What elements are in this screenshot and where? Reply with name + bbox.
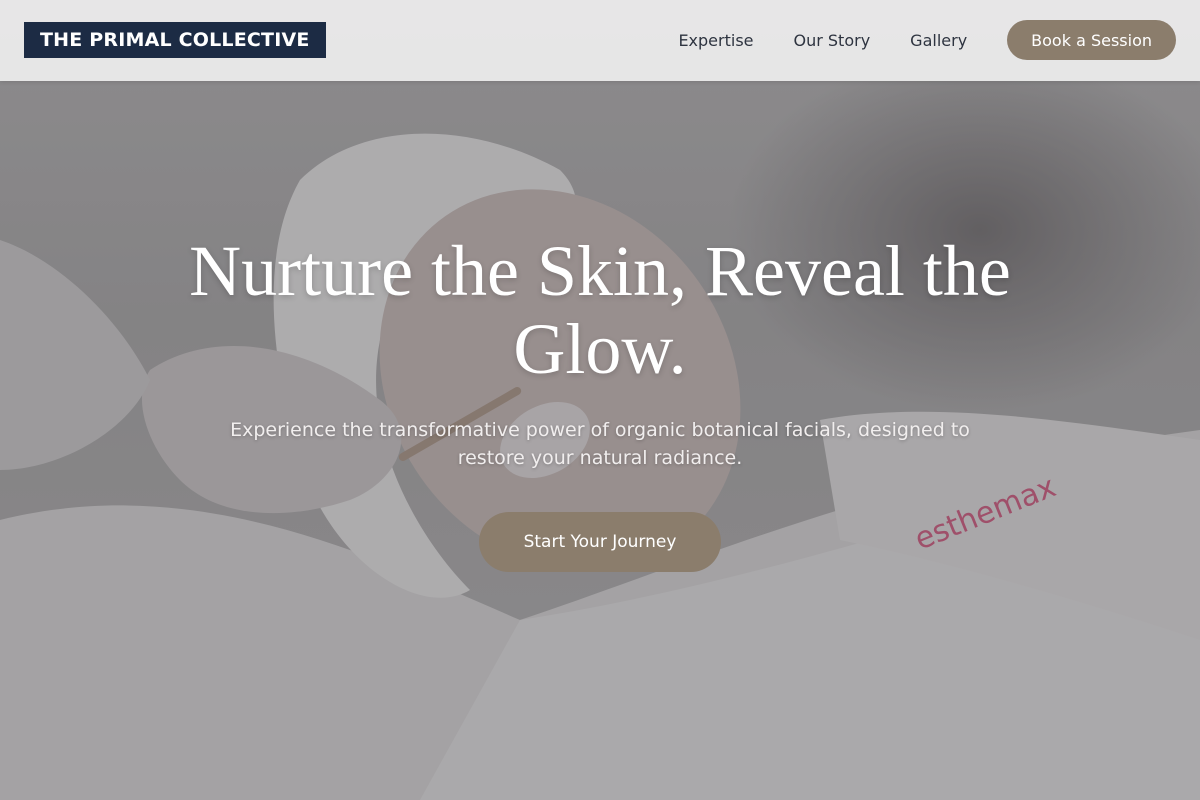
nav-link-expertise[interactable]: Expertise (678, 31, 753, 50)
site-header: THE PRIMAL COLLECTIVE Expertise Our Stor… (0, 0, 1200, 81)
hero-title: Nurture the Skin, Reveal the Glow. (189, 231, 1011, 389)
start-journey-button[interactable]: Start Your Journey (479, 512, 721, 572)
hero-section: Nurture the Skin, Reveal the Glow. Exper… (150, 232, 1050, 572)
brand-logo[interactable]: THE PRIMAL COLLECTIVE (24, 22, 326, 58)
hero-subtitle: Experience the transformative power of o… (230, 419, 970, 469)
main-nav: Expertise Our Story Gallery Book a Sessi… (678, 20, 1176, 60)
nav-link-gallery[interactable]: Gallery (910, 31, 967, 50)
book-session-button[interactable]: Book a Session (1007, 20, 1176, 60)
nav-link-our-story[interactable]: Our Story (794, 31, 871, 50)
